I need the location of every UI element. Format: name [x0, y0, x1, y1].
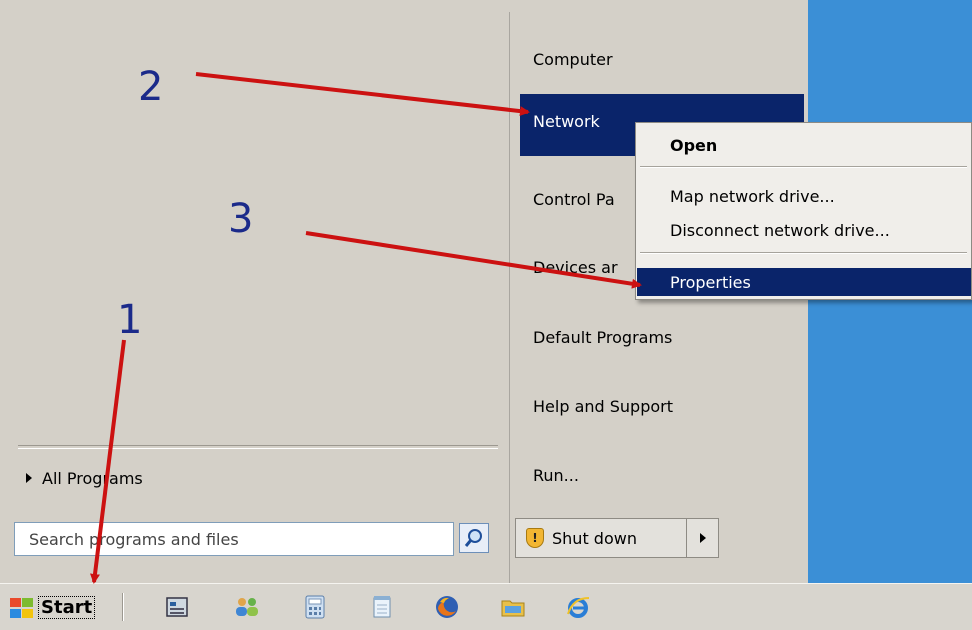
step-1-label: 1: [117, 297, 143, 343]
menu-item-label: Run...: [533, 465, 579, 485]
context-item-label: Disconnect network drive...: [670, 220, 890, 240]
menu-item-default-programs[interactable]: Default Programs: [520, 318, 804, 356]
menu-item-computer[interactable]: Computer: [520, 40, 804, 78]
all-programs-label: All Programs: [42, 468, 143, 488]
start-menu-left-pane: [8, 12, 509, 520]
context-item-disconnect-network-drive[interactable]: Disconnect network drive...: [637, 216, 971, 244]
menu-item-label: Computer: [533, 49, 613, 69]
notepad-icon[interactable]: [369, 594, 395, 620]
step-3-label: 3: [228, 196, 254, 242]
start-button[interactable]: Start: [8, 592, 105, 623]
shutdown-options-button[interactable]: [687, 518, 719, 558]
menu-item-label: Network: [533, 112, 600, 131]
menu-item-label: Control Pa: [533, 189, 615, 209]
context-separator: [640, 252, 967, 254]
menu-item-help-and-support[interactable]: Help and Support: [520, 387, 804, 425]
context-menu: Open Map network drive... Disconnect net…: [635, 122, 972, 300]
step-2-label: 2: [138, 64, 164, 110]
shutdown-label: Shut down: [552, 528, 637, 548]
search-input[interactable]: Search programs and files: [14, 522, 454, 556]
all-programs-separator: [18, 445, 498, 449]
menu-item-label: Devices ar: [533, 257, 618, 277]
context-item-open[interactable]: Open: [637, 131, 971, 159]
shutdown-button[interactable]: ! Shut down: [515, 518, 687, 558]
triangle-right-icon: [26, 473, 32, 483]
calculator-icon[interactable]: [302, 594, 328, 620]
search-icon: [464, 529, 482, 547]
context-item-map-network-drive[interactable]: Map network drive...: [637, 182, 971, 210]
menu-item-label: Default Programs: [533, 327, 673, 347]
search-placeholder: Search programs and files: [29, 529, 239, 549]
users-icon[interactable]: [234, 594, 260, 620]
menu-item-run[interactable]: Run...: [520, 456, 804, 494]
all-programs-button[interactable]: All Programs: [18, 463, 143, 493]
windows-logo-icon: [8, 597, 34, 619]
triangle-right-icon: [699, 533, 706, 543]
explorer-folder-icon[interactable]: [500, 594, 526, 620]
context-separator: [640, 166, 967, 168]
server-manager-icon[interactable]: [164, 594, 190, 620]
shield-icon: !: [526, 528, 544, 548]
taskbar-separator: [122, 593, 124, 621]
search-button[interactable]: [459, 523, 489, 553]
context-item-properties[interactable]: Properties: [637, 268, 971, 296]
firefox-icon[interactable]: [434, 594, 460, 620]
context-item-label: Open: [670, 135, 718, 155]
context-item-label: Map network drive...: [670, 186, 835, 206]
menu-item-label: Help and Support: [533, 396, 673, 416]
taskbar: Start: [0, 583, 972, 630]
start-label: Start: [38, 596, 96, 619]
pane-divider: [509, 12, 510, 583]
context-item-label: Properties: [670, 272, 751, 292]
internet-explorer-icon[interactable]: [565, 594, 591, 620]
